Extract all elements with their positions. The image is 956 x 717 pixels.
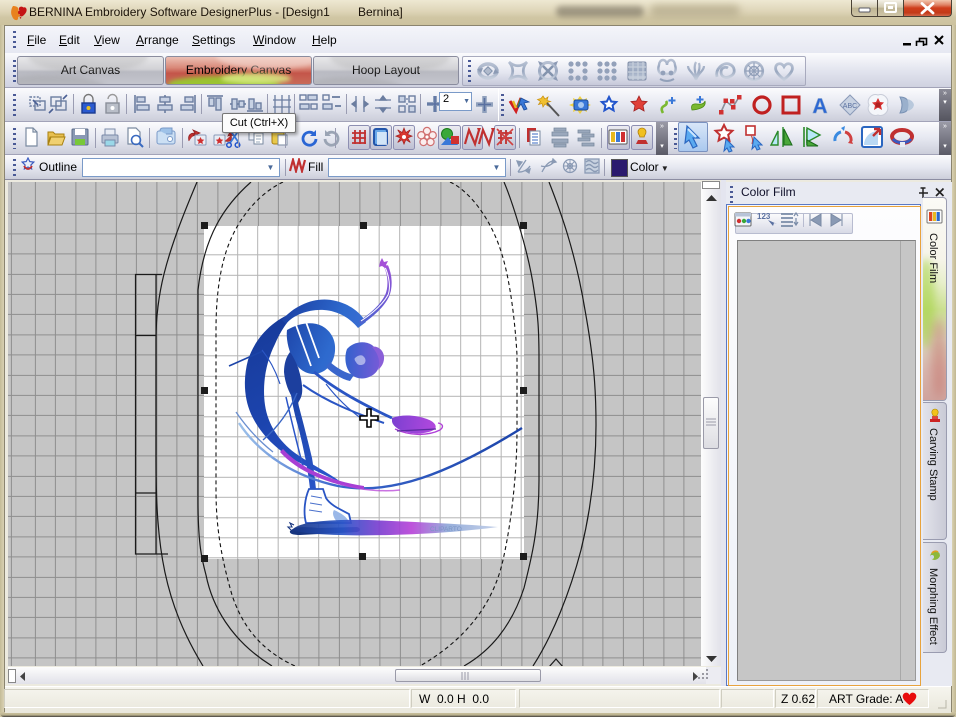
svg-text:123: 123 xyxy=(757,212,771,221)
svg-text:ABC: ABC xyxy=(843,103,857,110)
svg-text:A: A xyxy=(812,95,827,118)
svg-text:CLIPARTO: CLIPARTO xyxy=(430,526,462,533)
